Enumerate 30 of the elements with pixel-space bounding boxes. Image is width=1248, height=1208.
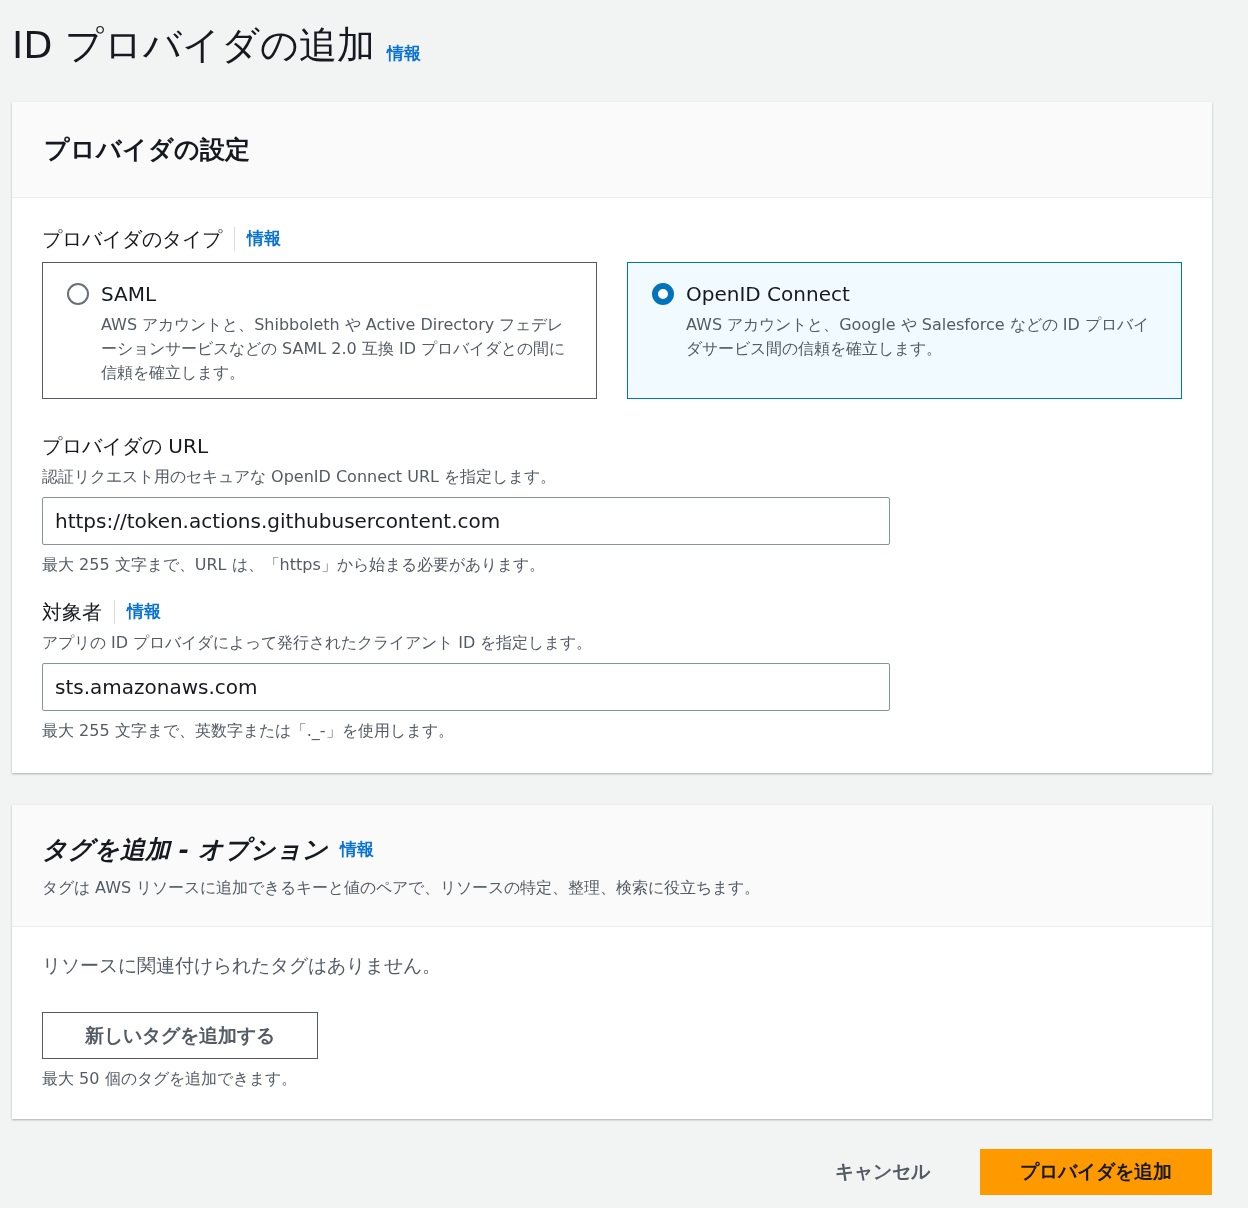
field-constraint: 最大 255 文字まで、URL は、「https」から始まる必要があります。 xyxy=(42,554,546,576)
option-description: AWS アカウントと、Shibboleth や Active Directory フェデレーションサービスなどの SAML 2.0 互換 ID プロバイダとの間に信頼を確立します。 xyxy=(101,314,567,384)
field-label: プロバイダのタイプ xyxy=(42,226,222,253)
option-title: SAML xyxy=(101,281,158,308)
field-label: 対象者 xyxy=(42,599,102,626)
section-title: プロバイダの設定 xyxy=(44,133,250,166)
add-provider-button[interactable]: プロバイダを追加 xyxy=(980,1148,1212,1195)
text-input[interactable]: https://token.actions.githubusercontent.com xyxy=(42,497,890,545)
limit-note: 最大 50 個のタグを追加できます。 xyxy=(42,1067,297,1090)
empty-message: リソースに関連付けられたタグはありません。 xyxy=(42,953,441,978)
field-constraint: 最大 255 文字まで、英数字または「._-」を使用します。 xyxy=(42,720,455,742)
section-title: タグを追加 - オプション xyxy=(42,833,328,866)
text-input[interactable]: sts.amazonaws.com xyxy=(42,663,890,711)
field-label: プロバイダの URL xyxy=(42,433,209,460)
radio-tile[interactable]: SAML AWS アカウントと、Shibboleth や Active Directory フェデレーションサービスなどの SAML 2.0 互換 ID プロバイダとの間に信頼を確立します。 xyxy=(42,262,597,399)
page-title: ID プロバイダの追加 xyxy=(12,22,375,69)
radio-tile[interactable]: OpenID Connect AWS アカウントと、Google や Salesforce などの ID プロバイダサービス間の信頼を確立します。 xyxy=(627,262,1182,399)
radio-icon xyxy=(652,283,674,305)
option-title: OpenID Connect xyxy=(686,281,851,308)
field-description: アプリの ID プロバイダによって発行されたクライアント ID を指定します。 xyxy=(42,632,594,654)
option-description: AWS アカウントと、Google や Salesforce などの ID プロバイダサービス間の信頼を確立します。 xyxy=(686,314,1150,360)
info-link[interactable]: 情報 xyxy=(127,599,161,625)
info-link[interactable]: 情報 xyxy=(386,42,421,63)
add-tag-button[interactable]: 新しいタグを追加する xyxy=(42,1011,318,1059)
radio-icon xyxy=(67,283,89,305)
field-description: 認証リクエスト用のセキュアな OpenID Connect URL を指定します。 xyxy=(42,466,557,488)
info-link[interactable]: 情報 xyxy=(339,836,374,863)
section-description: タグは AWS リソースに追加できるキーと値のペアで、リソースの特定、整理、検索に役立ちます。 xyxy=(42,877,762,900)
cancel-button[interactable]: キャンセル xyxy=(815,1148,950,1195)
info-link[interactable]: 情報 xyxy=(247,226,281,252)
